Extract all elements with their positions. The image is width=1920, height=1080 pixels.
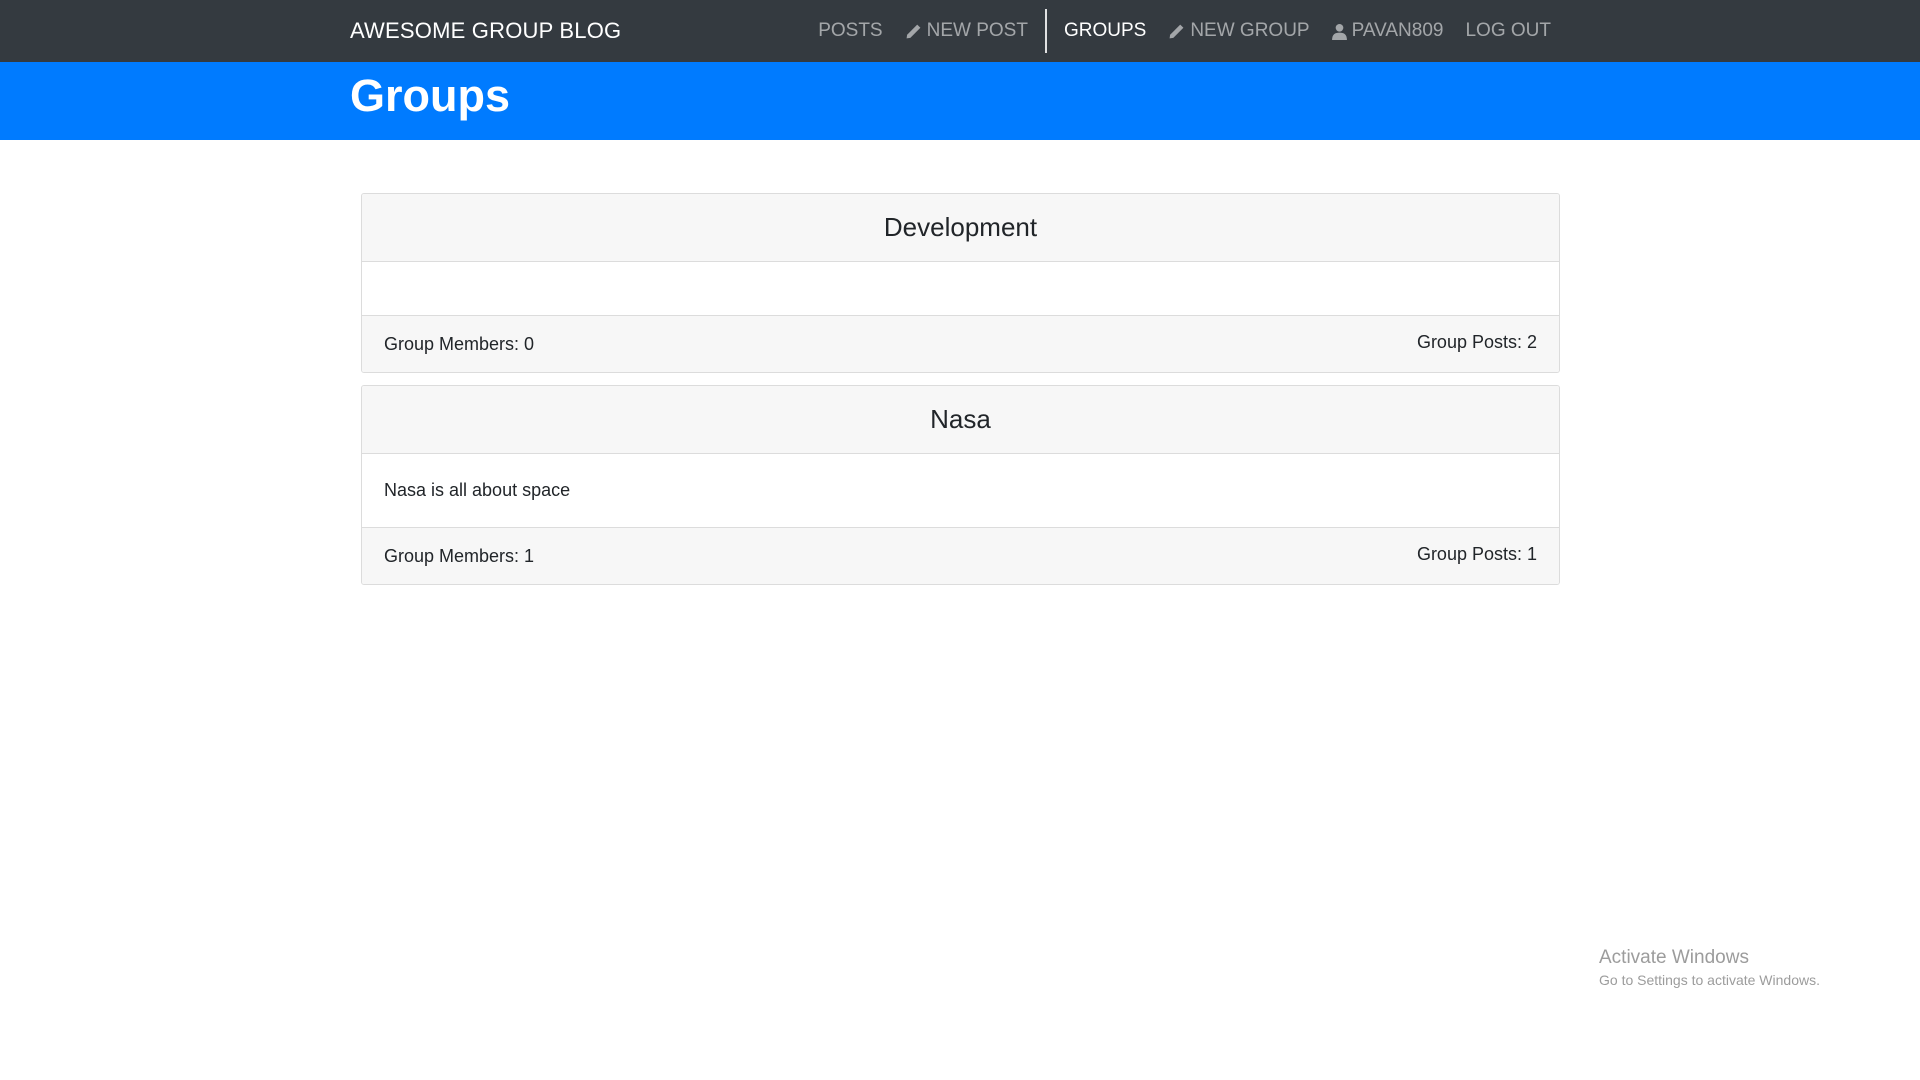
group-members-count: Group Members: 1 (384, 545, 535, 566)
nav-groups-label: GROUPS (1063, 20, 1147, 41)
group-name[interactable]: Development (884, 212, 1037, 243)
page-title: Groups (350, 70, 511, 121)
top-navbar: AWESOME GROUP BLOG POSTS NEW POST GROUPS… (0, 0, 1920, 62)
user-icon (1331, 23, 1347, 40)
group-description: Nasa is all about space (384, 480, 571, 500)
group-members-count: Group Members: 0 (384, 333, 535, 354)
nav-new-post-label: NEW POST (926, 20, 1028, 41)
group-card-development[interactable]: Development Group Members: 0 Group Posts… (361, 193, 1560, 373)
nav-logout-label: LOG OUT (1465, 20, 1551, 41)
pencil-icon (1169, 24, 1184, 38)
group-posts-count: Group Posts: 2 (1416, 331, 1537, 352)
page-header: Groups (0, 62, 1920, 140)
group-name[interactable]: Nasa (930, 404, 991, 435)
nav-user-link[interactable]: PAVAN809 (1321, 0, 1455, 62)
group-card-header: Nasa (362, 386, 1559, 454)
group-list: Development Group Members: 0 Group Posts… (361, 193, 1560, 597)
nav-links: POSTS NEW POST GROUPS NEW GROUP PAVAN809 (807, 0, 1562, 62)
nav-new-post-link[interactable]: NEW POST (894, 0, 1039, 62)
group-card-footer: Group Members: 0 Group Posts: 2 (362, 315, 1559, 372)
nav-posts-label: POSTS (818, 20, 883, 41)
group-card-body (362, 262, 1559, 315)
group-card-body: Nasa is all about space (362, 454, 1559, 527)
brand-link[interactable]: AWESOME GROUP BLOG (350, 0, 621, 62)
pencil-icon (906, 24, 921, 38)
group-card-header: Development (362, 194, 1559, 262)
group-card-nasa[interactable]: Nasa Nasa is all about space Group Membe… (361, 385, 1560, 585)
nav-groups-link[interactable]: GROUPS (1053, 0, 1157, 62)
watermark-subtitle: Go to Settings to activate Windows. (1599, 972, 1820, 988)
nav-new-group-label: NEW GROUP (1190, 20, 1310, 41)
nav-divider (1044, 9, 1047, 53)
activate-windows-watermark: Activate Windows Go to Settings to activ… (1599, 946, 1820, 990)
nav-posts-link[interactable]: POSTS (807, 0, 893, 62)
group-card-footer: Group Members: 1 Group Posts: 1 (362, 527, 1559, 584)
watermark-title: Activate Windows (1599, 947, 1749, 968)
nav-new-group-link[interactable]: NEW GROUP (1157, 0, 1320, 62)
group-posts-count: Group Posts: 1 (1416, 543, 1537, 564)
nav-logout-link[interactable]: LOG OUT (1454, 0, 1562, 62)
nav-user-label: PAVAN809 (1351, 20, 1444, 41)
